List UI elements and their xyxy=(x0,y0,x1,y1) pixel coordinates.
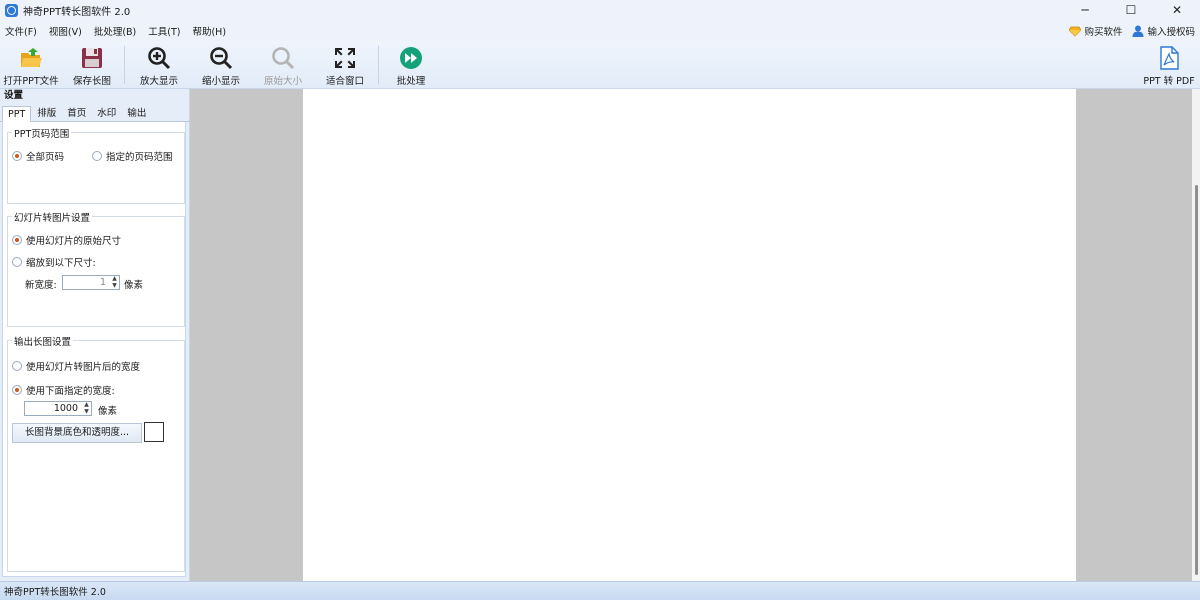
toolbar-separator xyxy=(378,46,379,84)
menu-help[interactable]: 帮助(H) xyxy=(186,24,232,38)
tab-ppt[interactable]: PPT xyxy=(2,106,32,122)
output-image-group: 输出长图设置 使用幻灯片转图片后的宽度 使用下面指定的宽度: 1000 ▲ ▼ 像… xyxy=(7,334,185,572)
batch-process-button[interactable]: 批处理 xyxy=(390,43,432,87)
enter-license-label: 输入授权码 xyxy=(1147,26,1195,38)
new-width-value: 1 xyxy=(99,277,106,288)
specified-range-radio[interactable]: 指定的页码范围 xyxy=(92,149,173,163)
use-slide-width-label: 使用幻灯片转图片后的宽度 xyxy=(26,362,141,373)
title-bar: 神奇PPT转长图软件 2.0 ─ ☐ ✕ xyxy=(0,0,1200,20)
tab-output[interactable]: 输出 xyxy=(122,106,151,121)
radio-selected-icon xyxy=(12,235,22,245)
settings-tabs: PPT 排版 首页 水印 输出 xyxy=(0,106,190,122)
buy-software-label: 购买软件 xyxy=(1084,26,1123,38)
status-text: 神奇PPT转长图软件 2.0 xyxy=(4,587,106,598)
open-folder-icon xyxy=(21,48,42,67)
preview-page xyxy=(303,89,1076,581)
floppy-disk-icon xyxy=(82,48,102,68)
expand-arrows-icon xyxy=(335,48,355,68)
slide-to-image-group: 幻灯片转图片设置 使用幻灯片的原始尺寸 缩放到以下尺寸: 新宽度: 1 ▲ ▼ 像… xyxy=(7,210,185,327)
zoom-in-button[interactable]: 放大显示 xyxy=(135,43,183,87)
background-color-button[interactable]: 长图背景底色和透明度... xyxy=(12,423,142,443)
zoom-in-label: 放大显示 xyxy=(139,76,178,87)
minimize-button[interactable]: ─ xyxy=(1062,0,1108,20)
tab-content-ppt: PPT页码范围 全部页码 指定的页码范围 幻灯片转图片设置 使用幻灯片的原始尺寸… xyxy=(2,122,186,577)
scrollbar-thumb[interactable] xyxy=(1195,185,1198,575)
zoom-out-icon xyxy=(210,47,233,70)
window-controls: ─ ☐ ✕ xyxy=(1062,0,1200,20)
magnifier-icon xyxy=(272,47,295,70)
use-specified-width-radio[interactable]: 使用下面指定的宽度: xyxy=(12,383,115,397)
menu-batch[interactable]: 批处理(B) xyxy=(88,24,142,38)
settings-panel: 设置 PPT 排版 首页 水印 输出 PPT页码范围 全部页码 指定的页码范围 … xyxy=(0,89,190,581)
save-image-label: 保存长图 xyxy=(72,76,111,87)
diamond-icon xyxy=(1069,26,1082,37)
specified-range-label: 指定的页码范围 xyxy=(106,152,173,163)
toolbar: 打开PPT文件 保存长图 放大显示 缩小显示 原始大小 适合窗口 批处理 PPT… xyxy=(0,41,1200,89)
ppt-to-pdf-label: PPT 转 PDF xyxy=(1143,76,1195,87)
output-image-title: 输出长图设置 xyxy=(12,334,74,348)
original-size-button[interactable]: 原始大小 xyxy=(259,43,307,87)
radio-unselected-icon xyxy=(12,361,22,371)
open-ppt-button[interactable]: 打开PPT文件 xyxy=(3,43,59,87)
scale-to-label: 缩放到以下尺寸: xyxy=(26,258,96,269)
radio-unselected-icon xyxy=(92,151,102,161)
maximize-button[interactable]: ☐ xyxy=(1108,0,1154,20)
menu-tools[interactable]: 工具(T) xyxy=(142,24,186,38)
pdf-file-icon xyxy=(1160,46,1179,70)
new-width-unit: 像素 xyxy=(124,280,144,291)
batch-process-label: 批处理 xyxy=(396,76,426,87)
scale-to-radio[interactable]: 缩放到以下尺寸: xyxy=(12,255,96,269)
output-width-unit: 像素 xyxy=(98,406,118,417)
close-button[interactable]: ✕ xyxy=(1154,0,1200,20)
use-slide-width-radio[interactable]: 使用幻灯片转图片后的宽度 xyxy=(12,359,140,373)
new-width-label: 新宽度: xyxy=(25,280,57,291)
tab-layout[interactable]: 排版 xyxy=(32,106,61,121)
settings-header: 设置 xyxy=(4,90,24,101)
fit-window-label: 适合窗口 xyxy=(325,76,364,87)
zoom-out-button[interactable]: 缩小显示 xyxy=(197,43,245,87)
preview-area[interactable] xyxy=(190,89,1192,581)
new-width-spinbox[interactable]: 1 ▲ ▼ xyxy=(62,275,120,290)
slide-to-image-title: 幻灯片转图片设置 xyxy=(12,210,93,224)
original-size-radio[interactable]: 使用幻灯片的原始尺寸 xyxy=(12,233,121,247)
zoom-in-icon xyxy=(148,47,171,70)
app-logo-icon xyxy=(5,3,18,17)
fit-window-button[interactable]: 适合窗口 xyxy=(321,43,369,87)
page-range-title: PPT页码范围 xyxy=(12,126,72,140)
spin-arrows-icon[interactable]: ▲ ▼ xyxy=(110,275,119,289)
radio-unselected-icon xyxy=(12,257,22,267)
original-size-label: 原始大小 xyxy=(263,76,302,87)
output-width-spinbox[interactable]: 1000 ▲ ▼ xyxy=(24,401,92,416)
all-pages-radio[interactable]: 全部页码 xyxy=(12,149,64,163)
window-title: 神奇PPT转长图软件 2.0 xyxy=(23,6,131,18)
user-icon xyxy=(1132,25,1144,37)
ppt-to-pdf-button[interactable]: PPT 转 PDF xyxy=(1140,43,1198,87)
original-size-option-label: 使用幻灯片的原始尺寸 xyxy=(26,236,122,247)
use-specified-width-label: 使用下面指定的宽度: xyxy=(26,386,115,397)
open-ppt-label: 打开PPT文件 xyxy=(3,76,59,87)
tab-watermark[interactable]: 水印 xyxy=(92,106,121,121)
vertical-scrollbar[interactable] xyxy=(1192,89,1200,581)
radio-selected-icon xyxy=(12,151,22,161)
toolbar-separator xyxy=(124,46,125,84)
menu-file[interactable]: 文件(F) xyxy=(0,24,43,38)
spin-arrows-icon[interactable]: ▲ ▼ xyxy=(82,401,91,415)
tab-homepage[interactable]: 首页 xyxy=(62,106,91,121)
radio-selected-icon xyxy=(12,385,22,395)
buy-software-link[interactable]: 购买软件 xyxy=(1069,24,1122,38)
menu-bar: 文件(F) 视图(V) 批处理(B) 工具(T) 帮助(H) 购买软件 输入授权… xyxy=(0,20,1200,41)
output-width-value: 1000 xyxy=(53,403,78,414)
enter-license-link[interactable]: 输入授权码 xyxy=(1132,24,1195,38)
save-image-button[interactable]: 保存长图 xyxy=(67,43,117,87)
background-color-swatch[interactable] xyxy=(144,422,164,442)
status-bar: 神奇PPT转长图软件 2.0 xyxy=(0,581,1200,600)
menu-view[interactable]: 视图(V) xyxy=(43,24,88,38)
fast-forward-icon xyxy=(400,47,422,69)
page-range-group: PPT页码范围 全部页码 指定的页码范围 xyxy=(7,126,185,204)
all-pages-label: 全部页码 xyxy=(26,152,65,163)
zoom-out-label: 缩小显示 xyxy=(201,76,240,87)
